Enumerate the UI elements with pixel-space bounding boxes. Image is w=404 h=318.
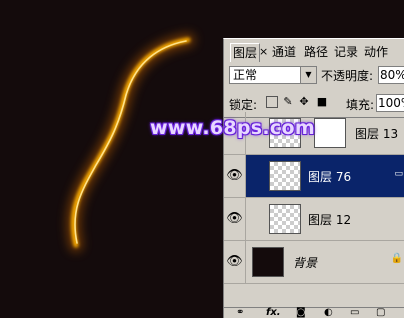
- panel-bottom-bar: ⚭ fx. ◙ ◐ ▭ ▢: [224, 307, 404, 318]
- layer-thumbnail: [269, 204, 301, 234]
- blend-mode-value: 正常: [233, 68, 258, 82]
- layer-row[interactable]: 👁 图层 12: [224, 198, 404, 241]
- tab-layers[interactable]: 图层: [230, 43, 261, 62]
- blend-mode-select[interactable]: 正常 ▼: [229, 66, 317, 84]
- lock-icon: 🔒: [390, 253, 403, 264]
- blend-row: 正常 ▼ 不透明度: 80%: [224, 66, 404, 86]
- watermark-text: www.68ps.com: [150, 117, 315, 139]
- lock-transparency-icon[interactable]: [266, 96, 278, 108]
- tab-channels[interactable]: 通道: [270, 43, 298, 61]
- layers-panel: 图层 × 通道 路径 记录 动作 正常 ▼ 不透明度: 80% 锁定: ✎ ✥ …: [223, 38, 404, 318]
- panel-tabs: 图层 × 通道 路径 记录 动作: [224, 43, 404, 62]
- fill-label: 填充:: [346, 98, 375, 112]
- lock-label: 锁定:: [229, 98, 258, 112]
- layer-mask-thumbnail[interactable]: [314, 118, 346, 148]
- tab-paths[interactable]: 路径: [302, 43, 330, 61]
- tab-actions[interactable]: 动作: [362, 43, 390, 61]
- layer-row[interactable]: 👁 背景 🔒: [224, 241, 404, 284]
- layer-name[interactable]: 背景: [293, 254, 317, 271]
- layer-style-icon: ▭: [394, 169, 403, 179]
- eye-icon[interactable]: 👁: [224, 198, 246, 240]
- lock-move-icon[interactable]: ✥: [298, 96, 310, 108]
- chevron-down-icon[interactable]: ▼: [300, 67, 316, 83]
- layer-name[interactable]: 图层 12: [308, 211, 351, 228]
- layer-name[interactable]: 图层 76: [308, 168, 351, 185]
- lock-brush-icon[interactable]: ✎: [282, 96, 294, 108]
- lock-row: 锁定: ✎ ✥ ■ 填充: 100%: [224, 94, 404, 114]
- eye-icon[interactable]: 👁: [224, 155, 246, 197]
- layer-thumbnail: [252, 247, 284, 277]
- tab-history[interactable]: 记录: [332, 43, 360, 61]
- layer-list: 图层 13 👁 图层 76 ▭ 👁 图层 12 👁 背景 🔒: [224, 112, 404, 308]
- opacity-field[interactable]: 80%: [378, 66, 404, 84]
- layer-thumbnail: [269, 161, 301, 191]
- lock-all-icon[interactable]: ■: [316, 96, 328, 108]
- fill-field[interactable]: 100%: [376, 94, 404, 112]
- opacity-label: 不透明度:: [321, 69, 374, 83]
- close-icon[interactable]: ×: [259, 43, 268, 61]
- layer-row-selected[interactable]: 👁 图层 76 ▭: [224, 155, 404, 198]
- layer-name[interactable]: 图层 13: [355, 125, 398, 142]
- eye-icon[interactable]: 👁: [224, 241, 246, 283]
